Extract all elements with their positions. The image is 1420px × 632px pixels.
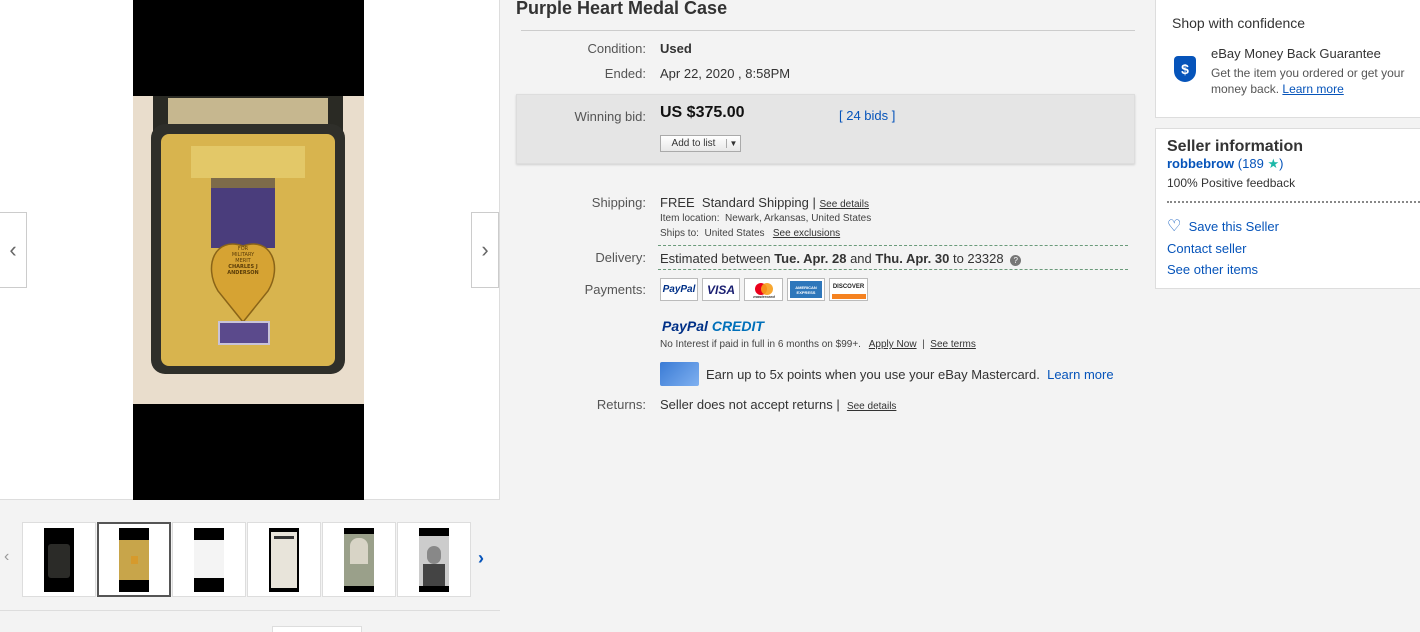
condition-label: Condition: (587, 41, 646, 56)
ebay-mastercard-icon (660, 362, 699, 386)
guarantee-learn-more-link[interactable]: Learn more (1282, 82, 1343, 96)
paypal-promo-text: No Interest if paid in full in 6 months … (660, 339, 861, 350)
seller-name-link[interactable]: robbebrow (1167, 156, 1234, 171)
apply-now-link[interactable]: Apply Now (869, 339, 917, 350)
add-to-list-button[interactable]: Add to list ▼ (660, 135, 741, 152)
mastercard-promo-text: Earn up to 5x points when you use your e… (706, 367, 1040, 382)
shipping-cost: FREE (660, 195, 695, 210)
help-icon[interactable]: ? (1010, 255, 1022, 266)
thumbnail-5[interactable] (322, 522, 396, 597)
thumbnail-strip: ‹ › (0, 518, 500, 602)
shipping-label: Shipping: (591, 195, 646, 210)
thumbnail-2-selected[interactable] (97, 522, 171, 597)
delivery-label: Delivery: (595, 250, 646, 265)
delivery-text-3: to 23328 (952, 251, 1004, 266)
delivery-date-2: Thu. Apr. 30 (875, 251, 950, 266)
item-title: Purple Heart Medal Case (516, 0, 728, 18)
prev-image-button[interactable]: ‹ (0, 212, 27, 288)
delivery-date-1: Tue. Apr. 28 (774, 251, 847, 266)
bottom-tab (272, 626, 362, 632)
medal-photo: FOR MILITARY MERIT CHARLES J ANDERSON (133, 96, 364, 404)
delivery-text-1: Estimated between (660, 251, 771, 266)
dropdown-arrow-icon[interactable]: ▼ (726, 139, 740, 148)
mastercard-promo-row: Earn up to 5x points when you use your e… (706, 367, 1114, 382)
guarantee-title: eBay Money Back Guarantee (1211, 46, 1381, 61)
winning-bid-amount: US $375.00 (660, 104, 745, 121)
mastercard-learn-more-link[interactable]: Learn more (1047, 367, 1113, 382)
shield-icon: $ (1174, 56, 1196, 82)
winning-bid-label: Winning bid: (574, 109, 646, 124)
delivery-row: Estimated between Tue. Apr. 28 and Thu. … (660, 251, 1022, 266)
next-image-button[interactable]: › (471, 212, 499, 288)
separator: | (922, 339, 925, 350)
star-icon: ★ (1267, 156, 1280, 171)
save-seller-row[interactable]: ♡ Save this Seller (1167, 216, 1279, 236)
ended-label: Ended: (604, 66, 646, 81)
amex-card-icon: AMERICAN EXPRESS (787, 278, 825, 301)
seller-name-row: robbebrow (189 ★) (1167, 156, 1283, 172)
main-image[interactable]: FOR MILITARY MERIT CHARLES J ANDERSON (133, 0, 364, 500)
chevron-right-icon: › (481, 237, 489, 262)
contact-seller-link[interactable]: Contact seller (1167, 241, 1246, 256)
heart-icon[interactable]: ♡ (1167, 218, 1181, 235)
returns-label: Returns: (596, 397, 646, 412)
thumb-prev-icon[interactable]: ‹ (4, 548, 9, 566)
ships-to: United States (704, 228, 765, 239)
delivery-text-2: and (850, 251, 872, 266)
chevron-left-icon: ‹ (9, 237, 17, 262)
add-to-list-label: Add to list (671, 138, 716, 149)
see-exclusions-link[interactable]: See exclusions (773, 228, 840, 239)
seller-information-panel: Seller information robbebrow (189 ★) 100… (1155, 128, 1420, 289)
ships-to-row: Ships to: United States See exclusions (660, 228, 840, 239)
shop-with-confidence-panel: Shop with confidence $ eBay Money Back G… (1155, 0, 1420, 118)
discover-card-icon: DISCOVER (829, 278, 868, 301)
paypal-promo-row: No Interest if paid in full in 6 months … (660, 339, 976, 350)
paypal-card-icon: PayPal (660, 278, 698, 301)
delivery-divider-top (658, 245, 1128, 246)
thumbnail-1[interactable] (22, 522, 96, 597)
see-terms-link[interactable]: See terms (930, 339, 976, 350)
shipping-row: FREE Standard Shipping | See details (660, 195, 869, 210)
returns-details-link[interactable]: See details (847, 401, 896, 412)
returns-row: Seller does not accept returns | See det… (660, 397, 896, 412)
ended-value: Apr 22, 2020 , 8:58PM (660, 66, 791, 81)
title-divider (521, 30, 1135, 31)
see-other-items-link[interactable]: See other items (1167, 262, 1258, 277)
svg-text:mastercard: mastercard (753, 294, 775, 299)
payments-label: Payments: (584, 282, 646, 297)
item-location-row: Item location: Newark, Arkansas, United … (660, 213, 871, 224)
ships-to-label: Ships to: (660, 228, 699, 239)
medal-text-5: ANDERSON (227, 270, 259, 276)
thumbnail-3[interactable] (172, 522, 246, 597)
bids-count-link[interactable]: [ 24 bids ] (839, 108, 895, 123)
divider (0, 610, 500, 611)
positive-feedback: 100% Positive feedback (1167, 176, 1296, 190)
seller-divider (1167, 201, 1420, 203)
returns-text: Seller does not accept returns | (660, 397, 840, 412)
thumbnail-4[interactable] (247, 522, 321, 597)
bid-box: Winning bid: US $375.00 [ 24 bids ] Add … (516, 94, 1135, 164)
guarantee-text-block: Get the item you ordered or get your mon… (1211, 65, 1420, 97)
item-location-label: Item location: (660, 213, 720, 224)
condition-value: Used (660, 41, 692, 56)
visa-card-icon: VISA (702, 278, 740, 301)
item-location: Newark, Arkansas, United States (725, 213, 872, 224)
feedback-score-link[interactable]: (189 ★) (1238, 156, 1284, 171)
shipping-details-link[interactable]: See details (820, 199, 869, 210)
thumbnail-6[interactable] (397, 522, 471, 597)
seller-info-title: Seller information (1167, 138, 1304, 155)
confidence-title: Shop with confidence (1172, 15, 1306, 31)
paypal-credit-logo: PayPal CREDIT (662, 318, 764, 334)
save-seller-link[interactable]: Save this Seller (1189, 219, 1279, 234)
shipping-method: Standard Shipping | (701, 195, 816, 210)
mastercard-card-icon: mastercard (744, 278, 783, 301)
delivery-divider-bottom (658, 269, 1128, 270)
thumb-next-icon[interactable]: › (478, 548, 484, 569)
image-gallery: FOR MILITARY MERIT CHARLES J ANDERSON ‹ … (0, 0, 500, 500)
